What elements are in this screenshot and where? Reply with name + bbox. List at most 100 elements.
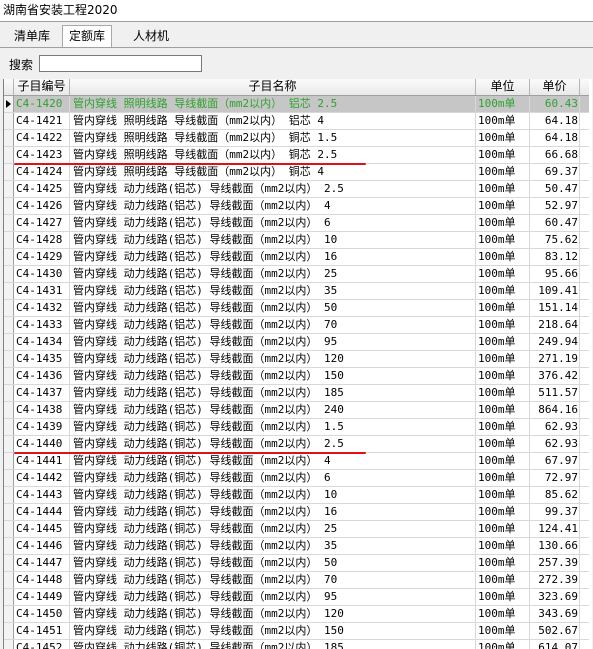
row-filler xyxy=(580,572,589,588)
table-row[interactable]: C4-1448 管内穿线 动力线路(铜芯) 导线截面（mm2以内） 70 100m单… xyxy=(4,572,589,589)
column-header-name[interactable]: 子目名称 xyxy=(70,79,476,95)
table-row[interactable]: C4-1422 管内穿线 照明线路 导线截面（mm2以内） 铜芯 1.5 100m单… xyxy=(4,130,589,147)
current-row-arrow-icon xyxy=(6,100,11,108)
row-unit: 100m单 xyxy=(476,283,530,299)
row-code: C4-1436 xyxy=(14,368,70,384)
table-row[interactable]: C4-1444 管内穿线 动力线路(铜芯) 导线截面（mm2以内） 16 100m单… xyxy=(4,504,589,521)
row-code: C4-1423 xyxy=(14,147,70,163)
row-price: 271.19 xyxy=(530,351,580,367)
table-row[interactable]: C4-1450 管内穿线 动力线路(铜芯) 导线截面（mm2以内） 120 100m… xyxy=(4,606,589,623)
table-row[interactable]: C4-1445 管内穿线 动力线路(铜芯) 导线截面（mm2以内） 25 100m单… xyxy=(4,521,589,538)
table-row[interactable]: C4-1430 管内穿线 动力线路(铝芯) 导线截面（mm2以内） 25 100m单… xyxy=(4,266,589,283)
row-code: C4-1437 xyxy=(14,385,70,401)
table-row[interactable]: C4-1428 管内穿线 动力线路(铝芯) 导线截面（mm2以内） 10 100m单… xyxy=(4,232,589,249)
row-code: C4-1444 xyxy=(14,504,70,520)
row-name: 管内穿线 照明线路 导线截面（mm2以内） 铝芯 2.5 xyxy=(70,96,476,112)
table-row[interactable]: C4-1436 管内穿线 动力线路(铝芯) 导线截面（mm2以内） 150 100m… xyxy=(4,368,589,385)
column-header-unit[interactable]: 单位 xyxy=(476,79,530,95)
row-name: 管内穿线 动力线路(铝芯) 导线截面（mm2以内） 50 xyxy=(70,300,476,316)
column-header-code[interactable]: 子目编号 xyxy=(14,79,70,95)
row-name: 管内穿线 动力线路(铝芯) 导线截面（mm2以内） 16 xyxy=(70,249,476,265)
row-price: 95.66 xyxy=(530,266,580,282)
row-indicator xyxy=(4,589,14,605)
row-price: 151.14 xyxy=(530,300,580,316)
row-unit: 100m单 xyxy=(476,538,530,554)
row-indicator xyxy=(4,215,14,231)
table-row[interactable]: C4-1446 管内穿线 动力线路(铜芯) 导线截面（mm2以内） 35 100m单… xyxy=(4,538,589,555)
row-name: 管内穿线 动力线路(铝芯) 导线截面（mm2以内） 95 xyxy=(70,334,476,350)
table-row[interactable]: C4-1439 管内穿线 动力线路(铜芯) 导线截面（mm2以内） 1.5 100m… xyxy=(4,419,589,436)
table-header: 子目编号 子目名称 单位 单价 xyxy=(4,79,589,96)
row-indicator xyxy=(4,130,14,146)
row-code: C4-1421 xyxy=(14,113,70,129)
row-unit: 100m单 xyxy=(476,402,530,418)
row-price: 64.18 xyxy=(530,113,580,129)
row-indicator xyxy=(4,266,14,282)
table-row[interactable]: C4-1429 管内穿线 动力线路(铝芯) 导线截面（mm2以内） 16 100m单… xyxy=(4,249,589,266)
row-indicator xyxy=(4,402,14,418)
row-price: 72.97 xyxy=(530,470,580,486)
column-header-price[interactable]: 单价 xyxy=(530,79,580,95)
table-row[interactable]: C4-1437 管内穿线 动力线路(铝芯) 导线截面（mm2以内） 185 100m… xyxy=(4,385,589,402)
row-indicator xyxy=(4,300,14,316)
row-price: 272.39 xyxy=(530,572,580,588)
tab-quota-library[interactable]: 定额库 xyxy=(62,25,113,47)
row-filler xyxy=(580,300,589,316)
table-row[interactable]: C4-1443 管内穿线 动力线路(铜芯) 导线截面（mm2以内） 10 100m单… xyxy=(4,487,589,504)
row-name: 管内穿线 照明线路 导线截面（mm2以内） 铜芯 1.5 xyxy=(70,130,476,146)
table-row[interactable]: C4-1435 管内穿线 动力线路(铝芯) 导线截面（mm2以内） 120 100m… xyxy=(4,351,589,368)
table-row[interactable]: C4-1449 管内穿线 动力线路(铜芯) 导线截面（mm2以内） 95 100m单… xyxy=(4,589,589,606)
row-name: 管内穿线 动力线路(铝芯) 导线截面（mm2以内） 10 xyxy=(70,232,476,248)
row-price: 323.69 xyxy=(530,589,580,605)
row-unit: 100m单 xyxy=(476,589,530,605)
table-row[interactable]: C4-1425 管内穿线 动力线路(铝芯) 导线截面（mm2以内） 2.5 100m… xyxy=(4,181,589,198)
row-price: 62.93 xyxy=(530,436,580,452)
table-row[interactable]: C4-1440 管内穿线 动力线路(铜芯) 导线截面（mm2以内） 2.5 100m… xyxy=(4,436,589,453)
row-code: C4-1452 xyxy=(14,640,70,649)
table-row[interactable]: C4-1427 管内穿线 动力线路(铝芯) 导线截面（mm2以内） 6 100m单 6… xyxy=(4,215,589,232)
table-row[interactable]: C4-1441 管内穿线 动力线路(铜芯) 导线截面（mm2以内） 4 100m单 6… xyxy=(4,453,589,470)
row-name: 管内穿线 动力线路(铝芯) 导线截面（mm2以内） 120 xyxy=(70,351,476,367)
row-indicator xyxy=(4,521,14,537)
table-row[interactable]: C4-1423 管内穿线 照明线路 导线截面（mm2以内） 铜芯 2.5 100m单… xyxy=(4,147,589,164)
search-input[interactable] xyxy=(39,55,202,72)
table-row[interactable]: C4-1438 管内穿线 动力线路(铝芯) 导线截面（mm2以内） 240 100m… xyxy=(4,402,589,419)
table-row[interactable]: C4-1432 管内穿线 动力线路(铝芯) 导线截面（mm2以内） 50 100m单… xyxy=(4,300,589,317)
row-unit: 100m单 xyxy=(476,181,530,197)
table-row[interactable]: C4-1424 管内穿线 照明线路 导线截面（mm2以内） 铜芯 4 100m单 69… xyxy=(4,164,589,181)
table-row[interactable]: C4-1451 管内穿线 动力线路(铜芯) 导线截面（mm2以内） 150 100m… xyxy=(4,623,589,640)
row-indicator xyxy=(4,436,14,452)
table-row[interactable]: C4-1452 管内穿线 动力线路(铜芯) 导线截面（mm2以内） 185 100m… xyxy=(4,640,589,649)
table-row[interactable]: C4-1433 管内穿线 动力线路(铝芯) 导线截面（mm2以内） 70 100m单… xyxy=(4,317,589,334)
row-filler xyxy=(580,351,589,367)
table-row[interactable]: C4-1421 管内穿线 照明线路 导线截面（mm2以内） 铝芯 4 100m单 64… xyxy=(4,113,589,130)
row-code: C4-1432 xyxy=(14,300,70,316)
row-name: 管内穿线 照明线路 导线截面（mm2以内） 铝芯 4 xyxy=(70,113,476,129)
row-code: C4-1433 xyxy=(14,317,70,333)
row-price: 52.97 xyxy=(530,198,580,214)
row-filler xyxy=(580,385,589,401)
row-price: 60.47 xyxy=(530,215,580,231)
row-indicator xyxy=(4,198,14,214)
table-row[interactable]: C4-1426 管内穿线 动力线路(铝芯) 导线截面（mm2以内） 4 100m单 5… xyxy=(4,198,589,215)
row-name: 管内穿线 动力线路(铜芯) 导线截面（mm2以内） 95 xyxy=(70,589,476,605)
row-indicator xyxy=(4,640,14,649)
row-price: 66.68 xyxy=(530,147,580,163)
table-row[interactable]: C4-1447 管内穿线 动力线路(铜芯) 导线截面（mm2以内） 50 100m单… xyxy=(4,555,589,572)
table-row[interactable]: C4-1442 管内穿线 动力线路(铜芯) 导线截面（mm2以内） 6 100m单 7… xyxy=(4,470,589,487)
row-price: 99.37 xyxy=(530,504,580,520)
tab-bill-library[interactable]: 清单库 xyxy=(8,26,56,46)
row-price: 75.62 xyxy=(530,232,580,248)
row-name: 管内穿线 动力线路(铝芯) 导线截面（mm2以内） 240 xyxy=(70,402,476,418)
table-row[interactable]: C4-1434 管内穿线 动力线路(铝芯) 导线截面（mm2以内） 95 100m单… xyxy=(4,334,589,351)
row-name: 管内穿线 动力线路(铜芯) 导线截面（mm2以内） 50 xyxy=(70,555,476,571)
row-indicator xyxy=(4,504,14,520)
row-filler xyxy=(580,402,589,418)
row-filler xyxy=(580,334,589,350)
row-indicator xyxy=(4,606,14,622)
table-row[interactable]: C4-1420 管内穿线 照明线路 导线截面（mm2以内） 铝芯 2.5 100m单… xyxy=(4,96,589,113)
table-row[interactable]: C4-1431 管内穿线 动力线路(铝芯) 导线截面（mm2以内） 35 100m单… xyxy=(4,283,589,300)
row-code: C4-1434 xyxy=(14,334,70,350)
tab-labor-material-machine[interactable]: 人材机 xyxy=(127,26,175,46)
row-filler xyxy=(580,113,589,129)
